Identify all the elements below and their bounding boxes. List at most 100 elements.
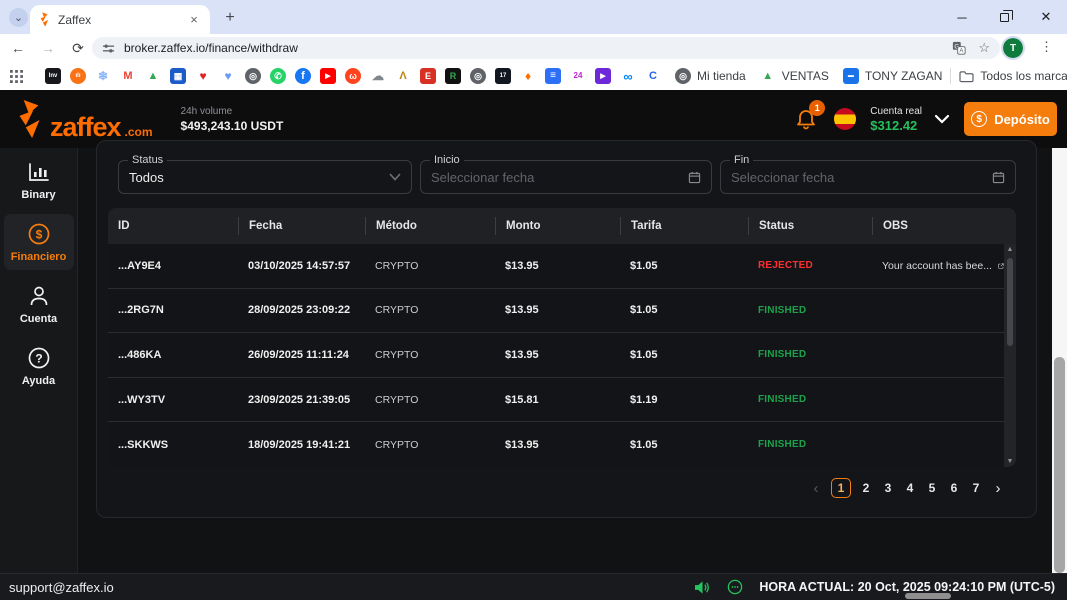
page-scrollbar-thumb[interactable] [1054,357,1065,573]
language-flag-icon[interactable] [834,108,856,130]
current-time-label: HORA ACTUAL: 20 Oct, 2025 09:24:10 PM (U… [759,580,1055,594]
pagination-prev[interactable]: ‹ [809,480,823,497]
pagination-page-4[interactable]: 4 [903,481,917,495]
table-scrollbar[interactable]: ▲ ▼ [1004,244,1016,467]
speaker-icon[interactable] [694,580,711,595]
notifications-button[interactable]: 1 [794,106,820,132]
meta-icon[interactable]: ∞ [620,68,636,84]
calendar-icon[interactable] [688,171,701,184]
heart-red-icon[interactable]: ♥ [195,68,211,84]
gmail-icon[interactable]: M [120,68,136,84]
bookmark-tony-zagan[interactable]: ▬TONY ZAGAN [843,68,943,84]
translate-icon[interactable]: GA [952,41,966,55]
site-info-icon[interactable] [102,42,115,55]
status-filter-select[interactable]: Status Todos [118,160,412,194]
table-scrollbar-thumb[interactable] [1007,258,1013,346]
cloud-icon[interactable]: ☁ [370,68,386,84]
derrick-icon[interactable]: Λ [395,68,411,84]
page-scrollbar[interactable] [1052,148,1067,573]
investing-icon[interactable]: ılı [70,68,86,84]
play24-icon[interactable]: 24 [570,68,586,84]
table-row[interactable]: ...486KA26/09/2025 11:11:24CRYPTO$13.95$… [108,333,1004,378]
bookmark-mi-tienda[interactable]: ◎Mi tienda [675,68,746,84]
back-button[interactable]: ← [6,40,30,56]
cell-tarifa: $1.05 [620,349,748,361]
account-balance: $312.42 [870,118,922,133]
globe-1-icon[interactable]: ◎ [245,68,261,84]
tony-zagan-icon: ▬ [843,68,859,84]
deposit-button[interactable]: $ Depósito [964,102,1057,136]
tab-close-icon[interactable]: × [186,12,202,28]
pagination-page-7[interactable]: 7 [969,481,983,495]
url-text[interactable]: broker.zaffex.io/finance/withdraw [124,41,940,55]
window-close-button[interactable]: ✕ [1025,0,1067,34]
inv-icon[interactable]: Inv [45,68,61,84]
flame-icon[interactable]: ♦ [520,68,536,84]
all-bookmarks-button[interactable]: Todos los marcadores [959,69,1067,83]
sidebar-item-financiero[interactable]: $Financiero [4,214,74,270]
pagination: ‹ 1234567 › [809,478,1005,498]
browser-tab[interactable]: Zaffex × [30,5,210,34]
google-drive-icon[interactable]: ▲ [145,68,161,84]
support-email[interactable]: support@zaffex.io [9,580,114,595]
account-selector[interactable]: Cuenta real $312.42 [870,106,922,133]
chrome-menu-icon[interactable]: ⋮ [1040,39,1053,55]
tradingview-icon[interactable]: 17 [495,68,511,84]
forward-button[interactable]: → [36,40,60,56]
pagination-next[interactable]: › [991,480,1005,497]
heart-blue-icon[interactable]: ♥ [220,68,236,84]
sidebar-item-ayuda[interactable]: ?Ayuda [4,338,74,394]
facebook-icon[interactable]: f [295,68,311,84]
user-icon [29,285,49,307]
docs-blue-icon[interactable]: ≡ [545,68,561,84]
calendar-icon[interactable] [992,171,1005,184]
video-purple-icon[interactable]: ▶ [595,68,611,84]
e-red-icon[interactable]: E [420,68,436,84]
scroll-down-icon[interactable]: ▼ [1007,458,1014,465]
pagination-page-1[interactable]: 1 [831,478,851,498]
scroll-up-icon[interactable]: ▲ [1007,246,1014,253]
table-row[interactable]: ...2RG7N28/09/2025 23:09:22CRYPTO$13.95$… [108,289,1004,334]
pagination-page-2[interactable]: 2 [859,481,873,495]
status-filter-value: Todos [129,170,389,185]
chat-icon[interactable] [727,579,743,595]
checkered-icon[interactable]: ▦ [170,68,186,84]
sidebar-item-label: Financiero [11,251,67,263]
sidebar-item-binary[interactable]: Binary [4,154,74,208]
pagination-page-3[interactable]: 3 [881,481,895,495]
cell-id: ...AY9E4 [108,260,238,272]
end-date-input[interactable]: Fin Seleccionar fecha [720,160,1016,194]
window-minimize-button[interactable]: ─ [941,0,983,34]
address-bar[interactable]: broker.zaffex.io/finance/withdraw GA ☆ [92,37,1000,59]
zaffex-logo[interactable]: zaffex .com [14,99,153,139]
bookmark-ventas[interactable]: ▲VENTAS [760,68,829,84]
apps-grid-icon[interactable] [10,70,23,83]
c-blue-icon[interactable]: C [645,68,661,84]
youtube-icon[interactable]: ▶ [320,68,336,84]
snowflake-icon[interactable]: ❄ [95,68,111,84]
r-green-icon[interactable]: R [445,68,461,84]
volume-label: 24h volume [181,106,284,117]
browser-toolbar: ← → ⟳ broker.zaffex.io/finance/withdraw … [0,34,1067,62]
rappi-icon[interactable]: ω [345,68,361,84]
table-row[interactable]: ...SKKWS18/09/2025 19:41:21CRYPTO$13.95$… [108,422,1004,467]
table-row[interactable]: ...AY9E403/10/2025 14:57:57CRYPTO$13.95$… [108,244,1004,289]
new-tab-button[interactable]: + [220,8,240,28]
cell-obs[interactable]: Your account has bee... [872,260,1004,272]
table-row[interactable]: ...WY3TV23/09/2025 21:39:05CRYPTO$15.81$… [108,378,1004,423]
folder-icon [959,70,974,83]
start-date-input[interactable]: Inicio Seleccionar fecha [420,160,712,194]
tab-search-button[interactable]: ⌄ [9,8,28,27]
sidebar-item-cuenta[interactable]: Cuenta [4,276,74,332]
mi-tienda-icon: ◎ [675,68,691,84]
pagination-page-6[interactable]: 6 [947,481,961,495]
reload-button[interactable]: ⟳ [66,40,90,57]
chevron-down-icon[interactable] [934,114,950,124]
pagination-page-5[interactable]: 5 [925,481,939,495]
window-restore-button[interactable] [983,0,1025,34]
whatsapp-icon[interactable]: ✆ [270,68,286,84]
horizontal-scrollbar-thumb[interactable] [905,593,951,599]
bookmark-star-icon[interactable]: ☆ [978,40,990,56]
profile-avatar[interactable]: T [1003,38,1023,58]
globe-2-icon[interactable]: ◎ [470,68,486,84]
